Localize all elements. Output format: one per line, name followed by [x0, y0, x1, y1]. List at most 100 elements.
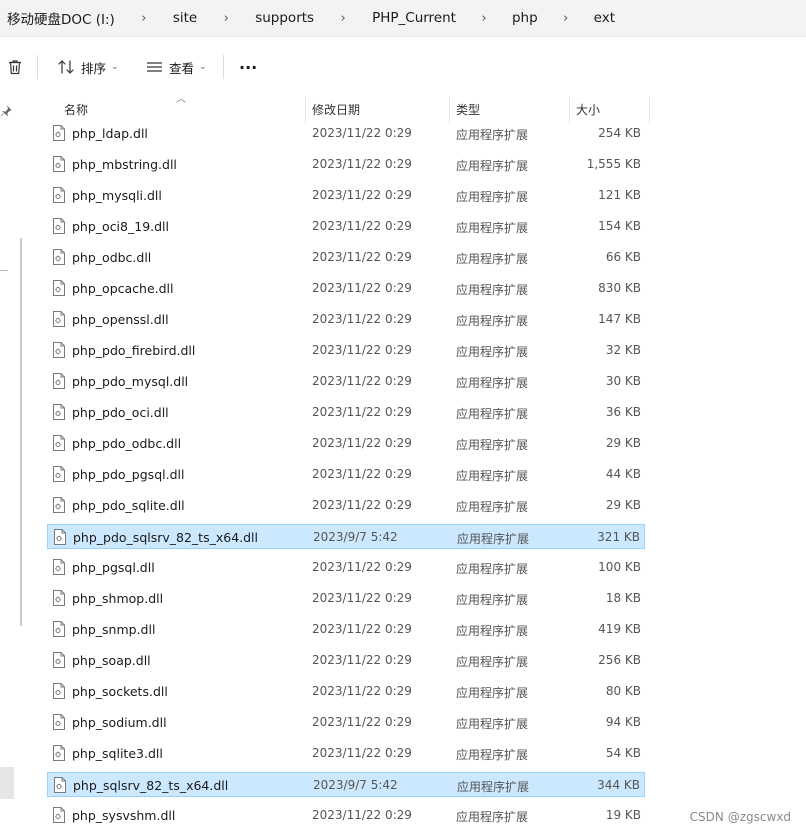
file-type: 应用程序扩展	[456, 221, 529, 235]
file-row[interactable]: php_sqlite3.dll 2023/11/22 0:29 应用程序扩展 54 K…	[47, 741, 645, 766]
file-date-modified: 2023/11/22 0:29	[312, 405, 412, 419]
file-name: php_pdo_pgsql.dll	[72, 467, 185, 482]
file-name: php_pdo_odbc.dll	[72, 436, 182, 451]
file-date-modified: 2023/9/7 5:42	[313, 530, 398, 544]
dll-file-icon	[53, 404, 65, 420]
file-row[interactable]: php_openssl.dll 2023/11/22 0:29 应用程序扩展 147 …	[47, 307, 645, 332]
file-name: php_soap.dll	[72, 653, 151, 668]
more-options-button[interactable]: ···	[239, 37, 257, 97]
dll-file-icon	[53, 373, 65, 389]
watermark: CSDN @zgscwxd	[689, 810, 791, 824]
file-name: php_pdo_mysql.dll	[72, 374, 189, 389]
file-row[interactable]: php_soap.dll 2023/11/22 0:29 应用程序扩展 256 KB	[47, 648, 645, 673]
file-size: 66 KB	[605, 250, 641, 264]
column-header-size[interactable]: 大小	[570, 97, 650, 123]
file-size: 29 KB	[605, 498, 641, 512]
file-row[interactable]: php_oci8_19.dll 2023/11/22 0:29 应用程序扩展 154 …	[47, 214, 645, 239]
dll-file-icon	[53, 590, 65, 606]
file-date-modified: 2023/11/22 0:29	[312, 653, 412, 667]
file-row[interactable]: php_odbc.dll 2023/11/22 0:29 应用程序扩展 66 KB	[47, 245, 645, 270]
file-type: 应用程序扩展	[457, 780, 530, 794]
file-row[interactable]: php_pdo_sqlite.dll 2023/11/22 0:29 应用程序扩展 2…	[47, 493, 645, 518]
file-name: php_sqlite3.dll	[72, 746, 163, 761]
sort-label: 排序	[81, 60, 107, 76]
file-name: php_odbc.dll	[72, 250, 152, 265]
file-date-modified: 2023/11/22 0:29	[312, 560, 412, 574]
file-row[interactable]: php_pdo_sqlsrv_82_ts_x64.dll 2023/9/7 5:4…	[47, 524, 645, 549]
sort-button[interactable]: 排序 ⌄	[57, 37, 119, 97]
file-row[interactable]: php_shmop.dll 2023/11/22 0:29 应用程序扩展 18 KB	[47, 586, 645, 611]
file-date-modified: 2023/11/22 0:29	[312, 467, 412, 481]
file-type: 应用程序扩展	[456, 748, 529, 762]
delete-button[interactable]	[6, 37, 24, 97]
file-date-modified: 2023/11/22 0:29	[312, 715, 412, 729]
file-row[interactable]: php_mysqli.dll 2023/11/22 0:29 应用程序扩展 121 K…	[47, 183, 645, 208]
file-name: php_pdo_firebird.dll	[72, 343, 196, 358]
file-row[interactable]: php_pgsql.dll 2023/11/22 0:29 应用程序扩展 100 KB	[47, 555, 645, 580]
file-size: 147 KB	[598, 312, 641, 326]
file-name: php_shmop.dll	[72, 591, 164, 606]
file-type: 应用程序扩展	[456, 283, 529, 297]
file-name: php_pgsql.dll	[72, 560, 155, 575]
file-row[interactable]: php_sqlsrv_82_ts_x64.dll 2023/9/7 5:42 应用程…	[47, 772, 645, 797]
file-size: 54 KB	[605, 746, 641, 760]
column-header-name[interactable]: 名称	[47, 97, 306, 123]
file-date-modified: 2023/11/22 0:29	[312, 281, 412, 295]
file-type: 应用程序扩展	[456, 500, 529, 514]
column-header-type[interactable]: 类型	[450, 97, 570, 123]
file-row[interactable]: php_opcache.dll 2023/11/22 0:29 应用程序扩展 830 …	[47, 276, 645, 301]
file-row[interactable]: php_sodium.dll 2023/11/22 0:29 应用程序扩展 94 KB	[47, 710, 645, 735]
file-row[interactable]: php_mbstring.dll 2023/11/22 0:29 应用程序扩展 1,5…	[47, 152, 645, 177]
file-row[interactable]: php_pdo_firebird.dll 2023/11/22 0:29 应用程序扩…	[47, 338, 645, 363]
breadcrumb-item-drive[interactable]: 移动硬盘DOC (I:)	[7, 8, 115, 28]
file-date-modified: 2023/11/22 0:29	[312, 343, 412, 357]
file-type: 应用程序扩展	[456, 314, 529, 328]
dll-file-icon	[53, 187, 65, 203]
breadcrumb-item-php[interactable]: php	[512, 10, 538, 26]
breadcrumb: 移动硬盘DOC (I:) › site › supports › PHP_Cur…	[0, 0, 806, 36]
chevron-right-icon[interactable]: ›	[538, 11, 594, 26]
nav-divider	[0, 270, 8, 271]
file-type: 应用程序扩展	[456, 655, 529, 669]
column-divider[interactable]	[649, 97, 650, 123]
file-row[interactable]: php_sysvshm.dll 2023/11/22 0:29 应用程序扩展 19 K…	[47, 803, 645, 828]
file-type: 应用程序扩展	[456, 128, 529, 142]
file-type: 应用程序扩展	[456, 686, 529, 700]
file-row[interactable]: php_sockets.dll 2023/11/22 0:29 应用程序扩展 80 K…	[47, 679, 645, 704]
breadcrumb-item-ext[interactable]: ext	[594, 10, 615, 26]
file-size: 154 KB	[598, 219, 641, 233]
file-size: 44 KB	[605, 467, 641, 481]
column-header-date[interactable]: 修改日期	[306, 97, 450, 123]
file-name: php_pdo_sqlsrv_82_ts_x64.dll	[73, 530, 259, 545]
file-row[interactable]: php_pdo_mysql.dll 2023/11/22 0:29 应用程序扩展 30…	[47, 369, 645, 394]
chevron-right-icon[interactable]: ›	[456, 11, 512, 26]
dll-file-icon	[53, 156, 65, 172]
view-button[interactable]: 查看 ⌄	[146, 37, 207, 97]
file-date-modified: 2023/11/22 0:29	[312, 157, 412, 171]
navigation-pane	[0, 97, 18, 835]
breadcrumb-item-supports[interactable]: supports	[255, 10, 314, 26]
file-date-modified: 2023/11/22 0:29	[312, 219, 412, 233]
chevron-down-icon: ⌄	[111, 62, 119, 72]
sort-icon	[58, 60, 74, 74]
view-label: 查看	[169, 60, 195, 76]
breadcrumb-item-site[interactable]: site	[173, 10, 197, 26]
file-type: 应用程序扩展	[456, 345, 529, 359]
dll-file-icon	[53, 218, 65, 234]
nav-selected-item[interactable]	[0, 767, 14, 799]
chevron-right-icon[interactable]: ›	[314, 11, 372, 26]
chevron-right-icon[interactable]: ›	[197, 11, 255, 26]
dll-file-icon	[53, 342, 65, 358]
file-row[interactable]: php_pdo_pgsql.dll 2023/11/22 0:29 应用程序扩展 44…	[47, 462, 645, 487]
file-row[interactable]: php_snmp.dll 2023/11/22 0:29 应用程序扩展 419 KB	[47, 617, 645, 642]
toolbar-divider	[37, 55, 38, 79]
file-size: 29 KB	[605, 436, 641, 450]
nav-scrollbar[interactable]	[20, 238, 22, 626]
pin-icon	[0, 105, 12, 117]
file-row[interactable]: php_ldap.dll 2023/11/22 0:29 应用程序扩展 254 KB	[47, 121, 645, 146]
file-date-modified: 2023/11/22 0:29	[312, 622, 412, 636]
chevron-right-icon[interactable]: ›	[115, 11, 173, 26]
file-row[interactable]: php_pdo_oci.dll 2023/11/22 0:29 应用程序扩展 36 K…	[47, 400, 645, 425]
file-row[interactable]: php_pdo_odbc.dll 2023/11/22 0:29 应用程序扩展 29 …	[47, 431, 645, 456]
breadcrumb-item-php-current[interactable]: PHP_Current	[372, 10, 456, 26]
